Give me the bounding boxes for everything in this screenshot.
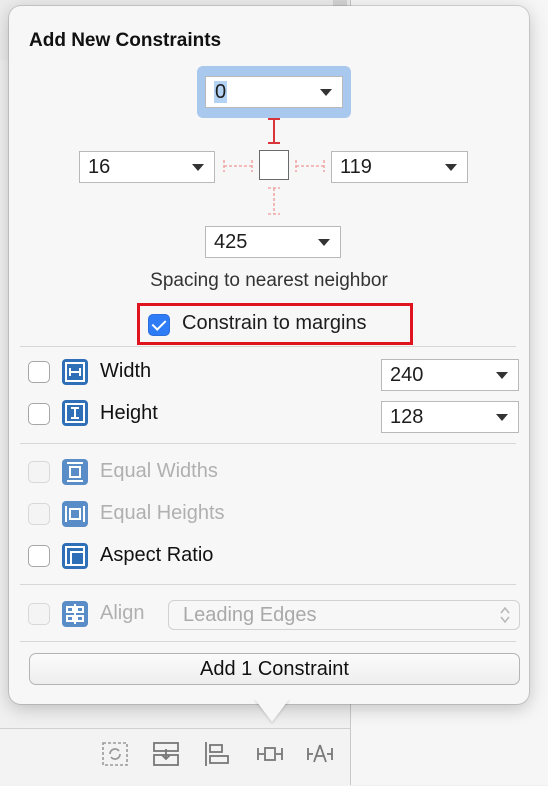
equal-widths-label[interactable]: Equal Widths bbox=[100, 460, 218, 483]
popover-title: Add New Constraints bbox=[29, 30, 222, 51]
top-spacing-value: 0 bbox=[214, 81, 228, 103]
equal-widths-icon bbox=[62, 459, 88, 485]
trailing-spacing-value: 119 bbox=[340, 156, 372, 178]
leading-spacing-field[interactable]: 16 bbox=[79, 151, 215, 183]
chevron-down-icon[interactable] bbox=[318, 239, 330, 246]
chevron-down-icon[interactable] bbox=[192, 164, 204, 171]
equal-heights-checkbox[interactable] bbox=[28, 503, 50, 525]
update-frames-icon[interactable] bbox=[101, 740, 129, 768]
add-constraints-icon[interactable] bbox=[256, 740, 284, 768]
aspect-ratio-checkbox[interactable] bbox=[28, 545, 50, 567]
align-icon bbox=[62, 601, 88, 627]
height-value: 128 bbox=[390, 406, 424, 428]
align-icon[interactable] bbox=[203, 740, 231, 768]
separator bbox=[20, 443, 516, 444]
stack-icon[interactable] bbox=[152, 740, 180, 768]
width-value-field[interactable]: 240 bbox=[381, 359, 519, 391]
separator bbox=[20, 584, 516, 585]
chevron-down-icon[interactable] bbox=[496, 372, 508, 379]
height-constraint-icon bbox=[62, 400, 88, 426]
width-checkbox[interactable] bbox=[28, 361, 50, 383]
align-popup-value: Leading Edges bbox=[183, 604, 317, 626]
width-constraint-icon bbox=[62, 359, 88, 385]
up-down-chevron-icon bbox=[500, 606, 510, 624]
align-popup-button[interactable]: Leading Edges bbox=[168, 600, 520, 630]
top-spacing-field[interactable]: 0 bbox=[205, 76, 343, 108]
separator bbox=[20, 346, 516, 347]
equal-heights-label[interactable]: Equal Heights bbox=[100, 502, 225, 525]
spacing-caption: Spacing to nearest neighbor bbox=[150, 270, 388, 291]
resolve-issues-icon[interactable] bbox=[306, 740, 334, 768]
height-label[interactable]: Height bbox=[100, 402, 158, 425]
selected-view-box bbox=[259, 150, 289, 180]
bottom-strut-icon[interactable] bbox=[265, 184, 283, 218]
chevron-down-icon[interactable] bbox=[496, 414, 508, 421]
bottom-spacing-field[interactable]: 425 bbox=[205, 226, 341, 258]
chevron-down-icon[interactable] bbox=[445, 164, 457, 171]
chevron-down-icon[interactable] bbox=[320, 89, 332, 96]
separator bbox=[20, 641, 516, 642]
aspect-ratio-icon bbox=[62, 543, 88, 569]
popover-arrow bbox=[254, 698, 290, 722]
equal-widths-checkbox[interactable] bbox=[28, 461, 50, 483]
top-strut-icon[interactable] bbox=[265, 116, 283, 148]
trailing-strut-icon[interactable] bbox=[293, 157, 327, 175]
bottom-spacing-value: 425 bbox=[214, 231, 248, 253]
width-label[interactable]: Width bbox=[100, 360, 151, 383]
equal-heights-icon bbox=[62, 501, 88, 527]
constrain-to-margins-checkbox[interactable] bbox=[148, 314, 170, 336]
constrain-to-margins-label[interactable]: Constrain to margins bbox=[182, 312, 367, 335]
height-value-field[interactable]: 128 bbox=[381, 401, 519, 433]
add-constraint-button[interactable]: Add 1 Constraint bbox=[29, 653, 520, 685]
align-checkbox[interactable] bbox=[28, 603, 50, 625]
trailing-spacing-field[interactable]: 119 bbox=[331, 151, 468, 183]
aspect-ratio-label[interactable]: Aspect Ratio bbox=[100, 544, 213, 567]
align-label[interactable]: Align bbox=[100, 602, 144, 625]
height-checkbox[interactable] bbox=[28, 403, 50, 425]
leading-strut-icon[interactable] bbox=[221, 157, 255, 175]
width-value: 240 bbox=[390, 364, 424, 386]
add-constraints-popover: Add New Constraints 0 16 119 425 Spacing… bbox=[9, 6, 529, 704]
leading-spacing-value: 16 bbox=[88, 156, 111, 178]
